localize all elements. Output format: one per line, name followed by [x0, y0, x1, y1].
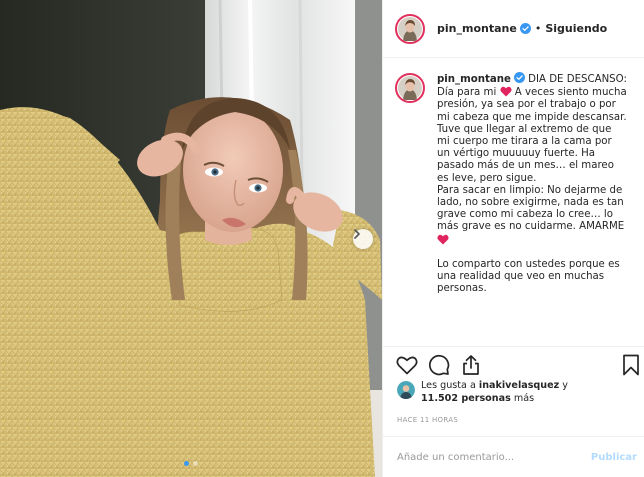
- heart-outline-icon[interactable]: [395, 353, 419, 377]
- caption-title: DIA DE DESCANSO:: [528, 74, 627, 85]
- share-icon[interactable]: [459, 353, 483, 377]
- caption-username-link[interactable]: pin_montane: [437, 74, 511, 85]
- post-header: pin_montane • Siguiendo: [383, 0, 644, 58]
- avatar-image: [398, 16, 422, 41]
- verified-badge-icon: [519, 23, 531, 34]
- post-sidebar: pin_montane • Siguiendo pin_montane DIA …: [382, 0, 644, 477]
- post-actions: [383, 346, 644, 382]
- comment-icon[interactable]: [427, 353, 451, 377]
- post-photo[interactable]: [0, 0, 382, 477]
- likes-count-link[interactable]: 11.502 personas: [421, 393, 511, 404]
- caption-para3: Para sacar en limpio: No dejarme de lado…: [437, 184, 627, 233]
- comment-input[interactable]: [397, 451, 591, 463]
- comment-bar: Publicar: [383, 436, 644, 477]
- publish-button[interactable]: Publicar: [591, 452, 637, 463]
- likes-section: Les gusta a inakivelasquez y 11.502 perso…: [397, 380, 637, 405]
- header-separator: •: [534, 22, 542, 35]
- caption-text: pin_montane DIA DE DESCANSO: Día para mi…: [437, 72, 627, 346]
- likes-prefix: Les gusta a: [421, 380, 479, 391]
- liker-username-link[interactable]: inakivelasquez: [479, 380, 559, 391]
- liker-avatar[interactable]: [397, 381, 415, 399]
- caption-para4: Lo comparto con ustedes porque es una re…: [437, 259, 623, 295]
- caption-para2: Tuve que llegar al extremo de que mi cue…: [437, 123, 618, 184]
- following-button[interactable]: Siguiendo: [545, 22, 607, 35]
- likes-suffix: más: [510, 392, 535, 404]
- likes-text: Les gusta a inakivelasquez y 11.502 perso…: [421, 380, 568, 405]
- post-modal: pin_montane • Siguiendo pin_montane DIA …: [0, 0, 644, 477]
- avatar[interactable]: [395, 13, 425, 44]
- avatar-image: [397, 381, 415, 399]
- carousel-dot: [193, 461, 198, 466]
- carousel-indicator: [0, 461, 382, 466]
- post-timestamp[interactable]: HACE 11 HORAS: [397, 416, 458, 424]
- red-heart-emoji-icon: [437, 234, 449, 245]
- red-heart-emoji-icon: [499, 86, 512, 97]
- caption-avatar[interactable]: [395, 73, 425, 103]
- likes-joiner: y: [559, 380, 568, 391]
- username-link[interactable]: pin_montane: [437, 22, 517, 35]
- carousel-dot-active: [184, 461, 189, 466]
- caption-line1: Día para mi: [437, 87, 497, 99]
- chevron-right-icon: [354, 229, 360, 239]
- verified-badge-icon: [513, 72, 525, 83]
- carousel-next-button[interactable]: [353, 229, 373, 249]
- avatar-image: [398, 76, 422, 100]
- bookmark-icon[interactable]: [619, 353, 643, 377]
- photo-image: [0, 0, 382, 477]
- caption-section: pin_montane DIA DE DESCANSO: Día para mi…: [383, 58, 644, 346]
